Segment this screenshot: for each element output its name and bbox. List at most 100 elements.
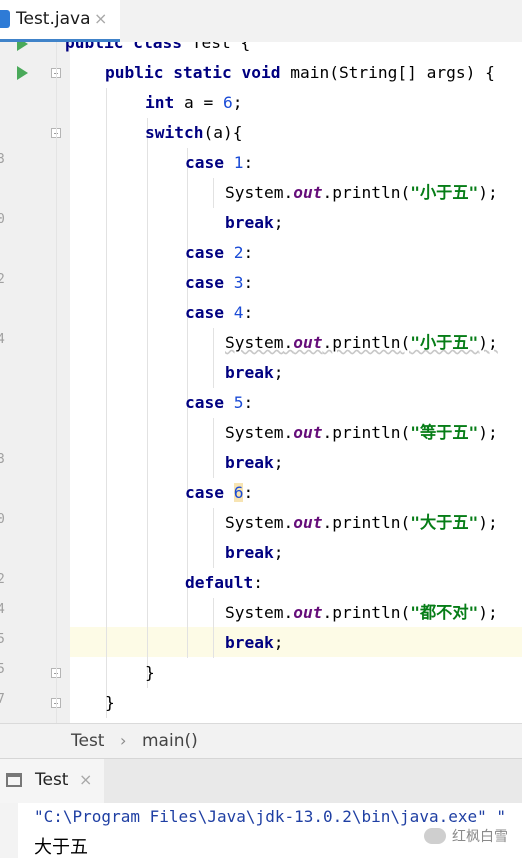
code-token: . — [322, 333, 333, 352]
code-line[interactable]: } — [145, 658, 155, 688]
code-editor[interactable]: 3 0 2 4 3 0 2 4 5 5 7 public class Test … — [0, 42, 522, 723]
code-token: : — [243, 303, 254, 322]
code-token: : — [243, 273, 254, 292]
keyword: static — [173, 63, 232, 82]
identifier: args — [426, 63, 466, 82]
code-token: ; — [232, 93, 243, 112]
keyword: class — [133, 42, 182, 52]
identifier: a — [184, 93, 194, 112]
static-field: out — [293, 513, 323, 532]
editor-tab-bar: Test.java × — [0, 0, 522, 43]
identifier: System — [225, 183, 284, 202]
code-line[interactable]: System.out.println("等于五"); — [225, 418, 498, 448]
code-token: ; — [488, 333, 498, 352]
keyword: case — [185, 243, 224, 262]
string-literal: "大于五" — [410, 513, 479, 532]
code-token: ( — [400, 603, 411, 622]
code-line[interactable]: case 3: — [185, 268, 253, 298]
code-line[interactable]: case 6: — [185, 478, 253, 508]
code-token: } — [105, 693, 115, 712]
code-line[interactable]: break; — [225, 538, 283, 568]
code-line[interactable]: break; — [225, 628, 283, 658]
code-line[interactable]: int a = 6; — [145, 88, 243, 118]
code-token: . — [283, 183, 294, 202]
code-token: : — [243, 243, 254, 262]
keyword: public — [105, 63, 164, 82]
console-output[interactable]: "C:\Program Files\Java\jdk-13.0.2\bin\ja… — [0, 803, 522, 858]
code-token: ( — [203, 123, 214, 142]
keyword: break — [225, 363, 274, 382]
code-token: ; — [488, 603, 498, 622]
code-line[interactable]: System.out.println("小于五"); — [225, 328, 498, 358]
breadcrumb: Test › main() — [0, 723, 522, 759]
code-line[interactable]: case 1: — [185, 148, 253, 178]
code-lines[interactable]: public class Test {public static void ma… — [0, 42, 522, 723]
code-line[interactable]: break; — [225, 208, 283, 238]
identifier: println — [332, 603, 401, 622]
code-line[interactable]: case 5: — [185, 388, 253, 418]
code-token: . — [322, 513, 333, 532]
run-tab-test[interactable]: Test × — [0, 759, 104, 803]
code-token: ( — [400, 183, 411, 202]
code-token: { — [240, 42, 251, 52]
code-line[interactable]: public class Test { — [65, 42, 250, 58]
string-literal: "都不对" — [410, 603, 479, 622]
breadcrumb-method[interactable]: main() — [142, 731, 198, 751]
code-token: ) — [465, 63, 476, 82]
code-token: ) — [478, 423, 489, 442]
code-token: ; — [273, 543, 284, 562]
close-icon[interactable]: × — [79, 770, 92, 789]
keyword: int — [145, 93, 175, 112]
keyword: case — [185, 393, 224, 412]
watermark-text: 红枫白雪 — [452, 829, 508, 845]
code-line[interactable]: break; — [225, 448, 283, 478]
console-gutter — [0, 803, 18, 858]
code-token: . — [322, 183, 333, 202]
close-icon[interactable]: × — [94, 9, 107, 28]
keyword: break — [225, 213, 274, 232]
tab-test-java[interactable]: Test.java × — [0, 0, 120, 42]
code-token: ; — [488, 183, 498, 202]
code-line[interactable]: System.out.println("都不对"); — [225, 598, 498, 628]
identifier: println — [332, 513, 401, 532]
code-token: ) — [478, 513, 489, 532]
code-token: . — [283, 513, 294, 532]
code-line[interactable]: } — [105, 688, 115, 718]
keyword: break — [225, 453, 274, 472]
code-token: ; — [273, 453, 284, 472]
keyword: case — [185, 273, 224, 292]
keyword: default — [185, 573, 254, 592]
static-field: out — [293, 183, 323, 202]
string-literal: "小于五" — [410, 183, 479, 202]
code-token: } — [145, 663, 155, 682]
run-tab-label: Test — [35, 770, 69, 790]
keyword: case — [185, 483, 224, 502]
code-token: ( — [400, 333, 411, 352]
number-literal: 6 — [223, 93, 233, 112]
code-line[interactable]: public static void main(String[] args) { — [105, 58, 495, 88]
code-line[interactable]: break; — [225, 358, 283, 388]
string-literal: "等于五" — [410, 423, 479, 442]
console-command-line: "C:\Program Files\Java\jdk-13.0.2\bin\ja… — [34, 807, 507, 826]
code-line[interactable]: System.out.println("大于五"); — [225, 508, 498, 538]
code-line[interactable]: default: — [185, 568, 263, 598]
code-line[interactable]: switch(a){ — [145, 118, 242, 148]
breadcrumb-class[interactable]: Test — [71, 731, 104, 751]
string-literal: "小于五" — [410, 333, 479, 352]
identifier: System — [225, 333, 284, 352]
code-line[interactable]: case 2: — [185, 238, 253, 268]
code-token: ( — [400, 423, 411, 442]
chevron-right-icon: › — [120, 731, 127, 750]
code-line[interactable]: System.out.println("小于五"); — [225, 178, 498, 208]
code-line[interactable]: case 4: — [185, 298, 253, 328]
